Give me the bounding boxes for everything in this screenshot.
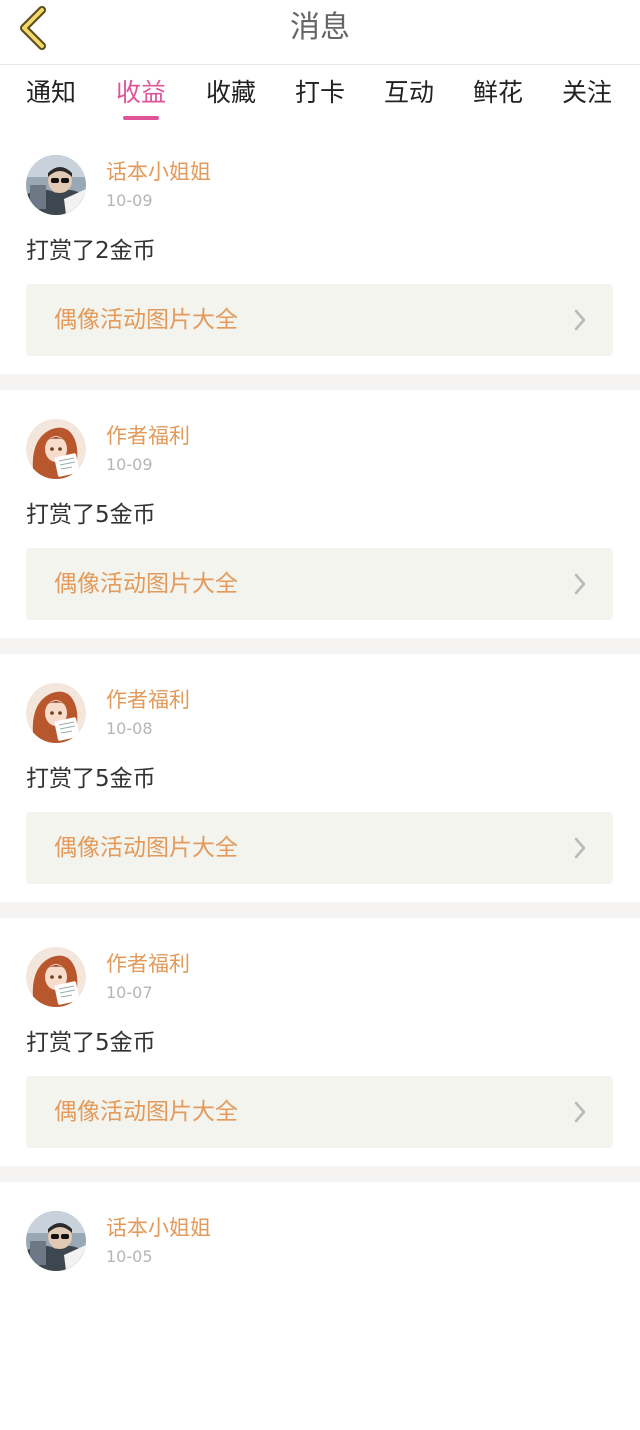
message-date: 10-09 bbox=[106, 191, 153, 210]
message-date: 10-09 bbox=[106, 455, 153, 474]
message-list: 话本小姐姐 10-09 打赏了2金币 偶像活动图片大全 作者福利 10-09 打… bbox=[0, 126, 640, 1430]
top-bar: 消息 bbox=[0, 0, 640, 65]
work-title: 偶像活动图片大全 bbox=[54, 835, 238, 861]
chevron-right-icon bbox=[574, 573, 586, 595]
anime-girl-avatar-icon bbox=[26, 419, 86, 479]
tab-bar: 通知 收益 收藏 打卡 互动 鲜花 关注 bbox=[0, 65, 640, 125]
list-item: 作者福利 10-09 打赏了5金币 偶像活动图片大全 bbox=[0, 390, 640, 638]
avatar[interactable] bbox=[26, 1211, 86, 1271]
work-title: 偶像活动图片大全 bbox=[54, 1099, 238, 1125]
tab-notifications[interactable]: 通知 bbox=[26, 77, 76, 109]
divider bbox=[0, 902, 640, 918]
message-text: 打赏了2金币 bbox=[26, 238, 156, 264]
work-link[interactable]: 偶像活动图片大全 bbox=[26, 1076, 613, 1148]
anime-girl-avatar-icon bbox=[26, 947, 86, 1007]
avatar[interactable] bbox=[26, 419, 86, 479]
list-item: 作者福利 10-08 打赏了5金币 偶像活动图片大全 bbox=[0, 654, 640, 902]
tab-earnings[interactable]: 收益 bbox=[116, 77, 166, 109]
work-title: 偶像活动图片大全 bbox=[54, 571, 238, 597]
avatar[interactable] bbox=[26, 155, 86, 215]
divider bbox=[0, 638, 640, 654]
message-text: 打赏了5金币 bbox=[26, 1030, 156, 1056]
message-date: 10-08 bbox=[106, 719, 153, 738]
work-link[interactable]: 偶像活动图片大全 bbox=[26, 284, 613, 356]
man-sunglasses-avatar-icon bbox=[26, 155, 86, 215]
list-item: 话本小姐姐 10-09 打赏了2金币 偶像活动图片大全 bbox=[0, 126, 640, 374]
tab-checkin[interactable]: 打卡 bbox=[295, 77, 345, 109]
active-tab-indicator bbox=[123, 116, 159, 120]
user-name[interactable]: 话本小姐姐 bbox=[106, 1215, 211, 1241]
chevron-right-icon bbox=[574, 837, 586, 859]
page-title: 消息 bbox=[290, 10, 350, 45]
user-name[interactable]: 作者福利 bbox=[106, 951, 190, 977]
tab-following[interactable]: 关注 bbox=[562, 77, 612, 109]
message-date: 10-07 bbox=[106, 983, 153, 1002]
work-link[interactable]: 偶像活动图片大全 bbox=[26, 812, 613, 884]
divider bbox=[0, 1166, 640, 1182]
man-sunglasses-avatar-icon bbox=[26, 1211, 86, 1271]
list-item: 作者福利 10-07 打赏了5金币 偶像活动图片大全 bbox=[0, 918, 640, 1166]
work-title: 偶像活动图片大全 bbox=[54, 307, 238, 333]
chevron-right-icon bbox=[574, 309, 586, 331]
tab-interaction[interactable]: 互动 bbox=[384, 77, 434, 109]
user-name[interactable]: 话本小姐姐 bbox=[106, 159, 211, 185]
message-text: 打赏了5金币 bbox=[26, 502, 156, 528]
user-name[interactable]: 作者福利 bbox=[106, 687, 190, 713]
message-date: 10-05 bbox=[106, 1247, 153, 1266]
list-item: 话本小姐姐 10-05 bbox=[0, 1182, 640, 1430]
tab-favorites[interactable]: 收藏 bbox=[206, 77, 256, 109]
anime-girl-avatar-icon bbox=[26, 683, 86, 743]
work-link[interactable]: 偶像活动图片大全 bbox=[26, 548, 613, 620]
divider bbox=[0, 374, 640, 390]
message-text: 打赏了5金币 bbox=[26, 766, 156, 792]
tab-flowers[interactable]: 鲜花 bbox=[473, 77, 523, 109]
user-name[interactable]: 作者福利 bbox=[106, 423, 190, 449]
chevron-right-icon bbox=[574, 1101, 586, 1123]
avatar[interactable] bbox=[26, 947, 86, 1007]
avatar[interactable] bbox=[26, 683, 86, 743]
